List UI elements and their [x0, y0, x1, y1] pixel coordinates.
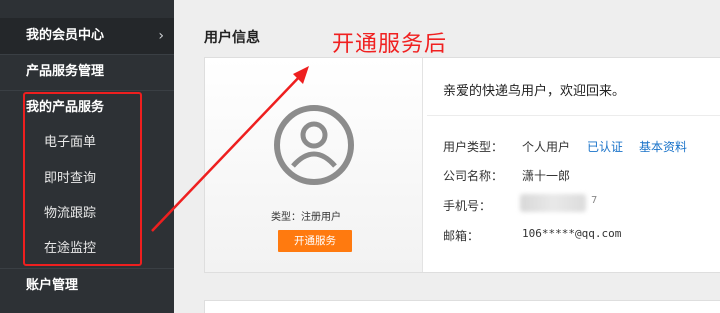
user-type-field-label: 用户类型： [443, 140, 504, 154]
sidebar-item-label: 账户管理 [26, 278, 79, 293]
open-service-button[interactable]: 开通服务 [278, 230, 352, 252]
secondary-card [204, 300, 720, 313]
user-type-label: 类型：注册用户 [271, 212, 341, 223]
verified-link[interactable]: 已认证 [587, 138, 623, 155]
phone-value-redacted [520, 194, 586, 212]
highlight-box [23, 92, 142, 266]
phone-value-tail: 7 [591, 195, 598, 206]
chevron-right-icon: › [158, 28, 164, 44]
sidebar-item-label: 我的会员中心 [26, 28, 105, 43]
email-field-label: 邮箱： [443, 229, 480, 243]
sidebar-item-member-center[interactable]: 我的会员中心 › [0, 18, 174, 54]
welcome-message: 亲爱的快递鸟用户，欢迎回来。 [443, 84, 626, 99]
basic-info-link[interactable]: 基本资料 [639, 138, 687, 155]
divider [427, 115, 720, 116]
sidebar-item-product-service-management[interactable]: 产品服务管理 [0, 54, 174, 90]
avatar-panel: 类型：注册用户 开通服务 [205, 58, 423, 272]
user-info-card: 类型：注册用户 开通服务 亲爱的快递鸟用户，欢迎回来。 用户类型： 个人用户 已… [204, 57, 720, 273]
page-title: 用户信息 [204, 30, 260, 46]
email-value: 106*****@qq.com [522, 227, 622, 240]
company-value: 潇十一郎 [522, 169, 571, 183]
sidebar-item-label: 产品服务管理 [26, 64, 105, 79]
company-field-label: 公司名称： [443, 169, 504, 183]
annotation-text: 开通服务后 [332, 32, 448, 57]
phone-field-label: 手机号： [443, 199, 492, 213]
user-type-value: 个人用户 [522, 140, 571, 154]
sidebar-item-account-management[interactable]: 账户管理 [0, 268, 174, 304]
avatar-icon [274, 105, 354, 185]
